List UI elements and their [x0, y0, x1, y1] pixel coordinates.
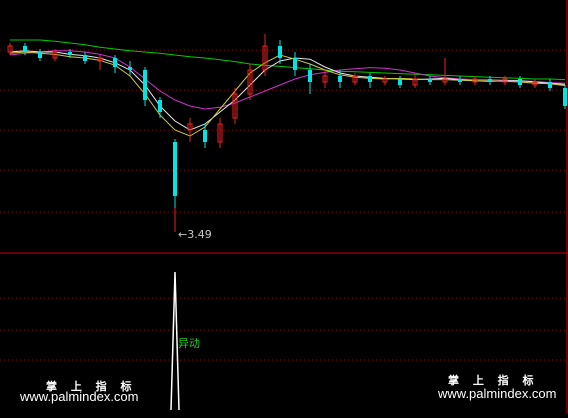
candle-body: [488, 79, 492, 82]
low-price-value: 3.49: [187, 228, 212, 241]
watermark-right-url: www.palmindex.com: [438, 386, 557, 401]
candle-body: [368, 76, 372, 82]
candle-body: [23, 46, 27, 52]
chart-window: ←3.49 异动 掌 上 指 标 www.palmindex.com 掌 上 指…: [0, 0, 568, 414]
candle-body: [68, 52, 72, 55]
low-price-label: ←3.49: [178, 228, 212, 241]
candle-body: [398, 79, 402, 85]
candle-body: [278, 46, 282, 58]
candle-body: [338, 76, 342, 82]
candle-body: [548, 82, 552, 88]
candle-body: [158, 100, 162, 112]
candle-body: [128, 67, 132, 70]
candle-body: [563, 88, 567, 106]
watermark-left-url: www.palmindex.com: [20, 389, 139, 404]
candle-body: [143, 70, 147, 100]
candle-body: [518, 79, 522, 85]
candle-body: [428, 79, 432, 82]
candle-body: [83, 55, 87, 61]
stock-chart-svg: [0, 0, 568, 414]
candle-body: [173, 142, 177, 196]
candle-body: [203, 130, 207, 142]
signal-label: 异动: [178, 337, 200, 350]
ma-line: [9, 50, 566, 131]
candle-body: [38, 52, 42, 58]
low-price-arrow: ←: [178, 228, 188, 241]
candle-body: [308, 70, 312, 82]
candle-body: [293, 58, 297, 70]
candle-body: [113, 58, 117, 67]
ma-line: [9, 51, 566, 137]
candle-body: [458, 79, 462, 82]
